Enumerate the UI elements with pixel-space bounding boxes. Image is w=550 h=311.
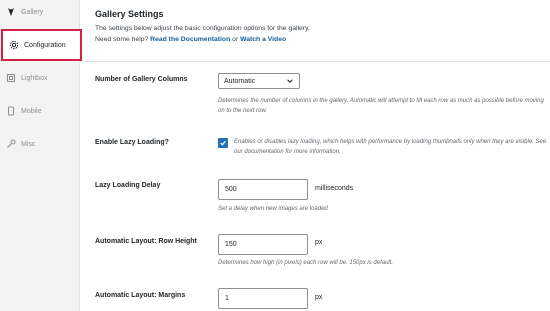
sidebar-item-mobile[interactable]: Mobile: [0, 95, 80, 127]
lazy-delay-label: Lazy Loading Delay: [95, 182, 161, 189]
mobile-icon: [6, 106, 16, 116]
sidebar-item-label: Lightbox: [21, 74, 48, 82]
documentation-link[interactable]: Read the Documentation: [150, 36, 230, 43]
sidebar-item-label: Configuration: [24, 41, 66, 49]
sidebar-item-label: Gallery: [21, 8, 44, 16]
watch-video-link[interactable]: Watch a Video: [240, 36, 286, 43]
help-or: or: [232, 36, 239, 43]
row-height-value: 150: [225, 241, 237, 248]
sidebar-item-gallery[interactable]: Gallery: [0, 0, 80, 28]
lazy-delay-value: 500: [225, 186, 237, 193]
sidebar-item-configuration[interactable]: Configuration: [1, 29, 82, 61]
margins-unit: px: [315, 294, 323, 301]
checkmark-icon: [220, 140, 226, 146]
row-height-hint: Determines how high (in pixels) each row…: [218, 260, 394, 266]
margins-input[interactable]: 1: [218, 288, 308, 309]
sidebar-item-lightbox[interactable]: Lightbox: [0, 62, 80, 94]
lazy-delay-input[interactable]: 500: [218, 179, 308, 200]
columns-select-value: Automatic: [224, 77, 256, 85]
columns-label: Number of Gallery Columns: [95, 76, 188, 83]
chevron-down-icon: [287, 79, 293, 83]
sidebar-item-label: Mobile: [21, 107, 42, 115]
help-prefix: Need some help?: [95, 36, 149, 43]
help-line: Need some help? Read the Documentation o…: [95, 36, 286, 43]
gear-icon: [9, 40, 19, 50]
margins-label: Automatic Layout: Margins: [95, 292, 186, 299]
page-title: Gallery Settings: [95, 9, 164, 19]
wrench-icon: [6, 139, 16, 149]
settings-header: Gallery Settings The settings below adju…: [80, 0, 550, 62]
lazy-delay-hint: Set a delay when new images are loaded: [218, 206, 328, 212]
sidebar-item-misc[interactable]: Misc: [0, 128, 80, 160]
lazy-loading-checkbox[interactable]: [218, 138, 228, 148]
lazy-delay-unit: milliseconds: [315, 185, 354, 192]
sidebar-item-label: Misc: [21, 140, 36, 148]
gallery-icon: [6, 7, 16, 17]
lazy-loading-hint: Enables or disables lazy loading, which …: [234, 139, 547, 155]
settings-sidebar: Gallery Configuration Lightbox Mobile Mi…: [0, 0, 82, 311]
row-height-label: Automatic Layout: Row Height: [95, 238, 197, 245]
columns-hint: Determines the number of columns in the …: [218, 98, 544, 114]
columns-select[interactable]: Automatic: [218, 73, 300, 89]
page-description: The settings below adjust the basic conf…: [95, 25, 310, 32]
row-height-input[interactable]: 150: [218, 234, 308, 255]
margins-value: 1: [225, 295, 229, 302]
settings-panel: Gallery Settings The settings below adju…: [80, 0, 550, 311]
row-height-unit: px: [315, 239, 323, 246]
lazy-loading-label: Enable Lazy Loading?: [95, 139, 169, 146]
lightbox-icon: [6, 73, 16, 83]
